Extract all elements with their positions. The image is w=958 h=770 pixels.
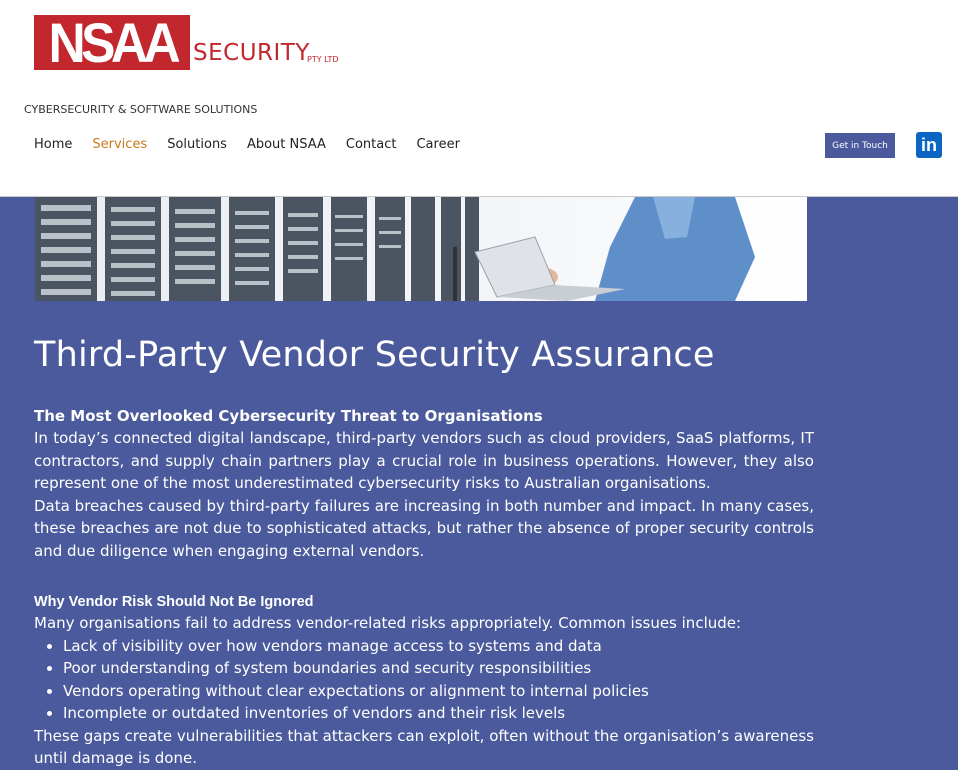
nav-home[interactable]: Home xyxy=(34,137,72,152)
main-nav: Home Services Solutions About NSAA Conta… xyxy=(34,137,480,152)
list-item: Vendors operating without clear expectat… xyxy=(63,680,814,703)
logo-mark: NSAA xyxy=(48,15,180,70)
nav-solutions[interactable]: Solutions xyxy=(167,137,227,152)
nav-about[interactable]: About NSAA xyxy=(247,137,326,152)
section-paragraph-1: In today’s connected digital landscape, … xyxy=(34,429,814,492)
nav-services[interactable]: Services xyxy=(92,137,147,152)
tagline: CYBERSECURITY & SOFTWARE SOLUTIONS xyxy=(24,103,258,116)
main-content: Third-Party Vendor Security Assurance Th… xyxy=(34,330,814,770)
nav-contact[interactable]: Contact xyxy=(346,137,397,152)
linkedin-glyph: in xyxy=(921,135,937,155)
section-intro: Many organisations fail to address vendo… xyxy=(34,614,742,632)
issues-list: Lack of visibility over how vendors mana… xyxy=(34,635,814,725)
list-item: Incomplete or outdated inventories of ve… xyxy=(63,702,814,725)
logo-subtext: PTY LTD xyxy=(307,55,339,64)
list-item: Poor understanding of system boundaries … xyxy=(63,657,814,680)
get-in-touch-button[interactable]: Get in Touch xyxy=(825,133,895,158)
section-outro: These gaps create vulnerabilities that a… xyxy=(34,726,814,768)
linkedin-icon[interactable]: in xyxy=(916,132,942,158)
server-room-illustration xyxy=(35,197,755,301)
section-paragraph-2: Data breaches caused by third-party fail… xyxy=(34,496,814,560)
logo[interactable]: NSAA xyxy=(34,15,190,70)
section-heading-vendor-risk: Why Vendor Risk Should Not Be Ignored xyxy=(34,594,314,610)
list-item: Lack of visibility over how vendors mana… xyxy=(63,635,814,658)
logo-wordmark: SECURITY xyxy=(193,40,310,66)
site-header: NSAA SECURITY PTY LTD CYBERSECURITY & SO… xyxy=(0,0,958,197)
hero-image xyxy=(35,197,807,301)
section-heading-threat: The Most Overlooked Cybersecurity Threat… xyxy=(34,407,543,425)
page-title: Third-Party Vendor Security Assurance xyxy=(34,335,715,375)
nav-career[interactable]: Career xyxy=(416,137,459,152)
